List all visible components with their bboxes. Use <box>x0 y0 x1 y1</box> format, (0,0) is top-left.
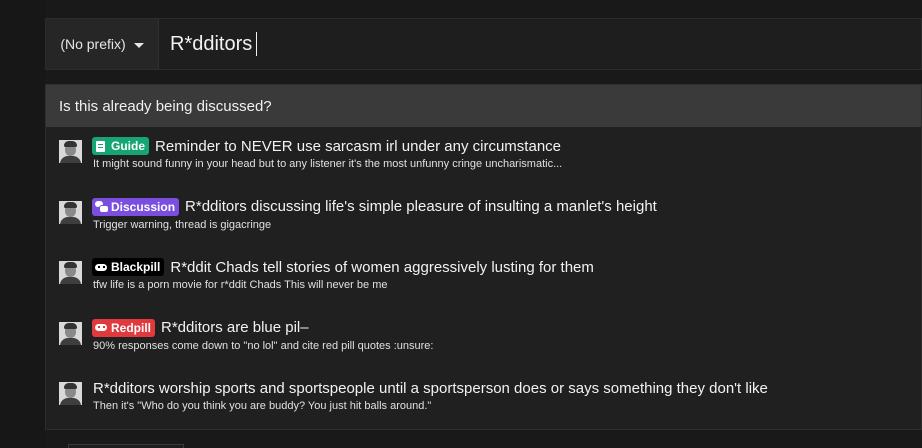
gamepad-icon <box>95 262 107 273</box>
thread-snippet: It might sound funny in your head but to… <box>93 158 563 170</box>
editor-toolbar-edge <box>68 444 184 448</box>
similar-threads-header: Is this already being discussed? <box>46 85 921 127</box>
prefix-badge-redpill[interactable]: Redpill <box>92 318 156 337</box>
thread-title[interactable]: R*dditors are blue pil– <box>161 319 309 336</box>
avatar[interactable] <box>59 321 82 345</box>
title-row: (No prefix) R*dditors <box>45 18 922 70</box>
avatar[interactable] <box>59 261 82 284</box>
thread-text: R*dditors worship sports and sportspeopl… <box>93 378 768 439</box>
thread-snippet: tfw life is a porn movie for r*ddit Chad… <box>93 279 388 291</box>
thread-item[interactable]: Redpill R*dditors are blue pil– 90% resp… <box>46 318 921 379</box>
chat-bubbles-icon <box>95 201 109 213</box>
thread-title-line: Guide Reminder to NEVER use sarcasm irl … <box>92 136 562 156</box>
thread-item[interactable]: Guide Reminder to NEVER use sarcasm irl … <box>46 136 921 197</box>
prefix-dropdown[interactable]: (No prefix) <box>46 19 159 69</box>
thread-text: Discussion R*dditors discussing life's s… <box>92 197 657 258</box>
thread-title-line: Blackpill R*ddit Chads tell stories of w… <box>92 257 594 277</box>
thread-text: Guide Reminder to NEVER use sarcasm irl … <box>92 136 563 197</box>
thread-title-input[interactable]: R*dditors <box>159 19 921 69</box>
thread-title-line: Redpill R*dditors are blue pil– <box>92 318 433 338</box>
prefix-dropdown-label: (No prefix) <box>60 36 126 52</box>
prefix-badge-blackpill[interactable]: Blackpill <box>92 258 165 276</box>
thread-title-value: R*dditors <box>170 32 253 55</box>
caret-down-icon <box>133 42 144 48</box>
similar-threads-panel: Is this already being discussed? Guide R… <box>45 84 922 430</box>
prefix-badge-label: Discussion <box>111 199 176 214</box>
similar-threads-list: Guide Reminder to NEVER use sarcasm irl … <box>46 127 921 439</box>
thread-title[interactable]: Reminder to NEVER use sarcasm irl under … <box>155 138 561 155</box>
prefix-badge-label: Guide <box>111 139 146 153</box>
new-thread-form: (No prefix) R*dditors Is this already be… <box>45 18 922 448</box>
text-cursor <box>256 32 258 56</box>
gamepad-icon <box>95 322 107 333</box>
thread-text: Blackpill R*ddit Chads tell stories of w… <box>92 257 594 318</box>
prefix-badge-guide[interactable]: Guide <box>92 137 150 155</box>
thread-title[interactable]: R*dditors discussing life's simple pleas… <box>185 198 657 215</box>
avatar[interactable] <box>59 200 82 224</box>
prefix-badge-discussion[interactable]: Discussion <box>92 197 180 216</box>
thread-title[interactable]: R*dditors worship sports and sportspeopl… <box>93 380 768 397</box>
thread-snippet: 90% responses come down to "no lol" and … <box>93 339 434 352</box>
prefix-badge-label: Redpill <box>111 320 152 335</box>
thread-text: Redpill R*dditors are blue pil– 90% resp… <box>92 318 434 379</box>
thread-title[interactable]: R*ddit Chads tell stories of women aggre… <box>170 259 594 276</box>
thread-snippet: Trigger warning, thread is gigacringe <box>93 218 272 231</box>
page: (No prefix) R*dditors Is this already be… <box>0 0 922 448</box>
left-gutter <box>0 0 45 448</box>
prefix-badge-label: Blackpill <box>111 260 161 274</box>
thread-item[interactable]: Blackpill R*ddit Chads tell stories of w… <box>46 257 921 318</box>
thread-title-line: R*dditors worship sports and sportspeopl… <box>93 378 768 398</box>
avatar[interactable] <box>59 382 82 405</box>
thread-snippet: Then it's "Who do you think you are budd… <box>93 400 432 412</box>
thread-title-line: Discussion R*dditors discussing life's s… <box>92 197 657 217</box>
thread-item[interactable]: R*dditors worship sports and sportspeopl… <box>46 378 921 439</box>
thread-item[interactable]: Discussion R*dditors discussing life's s… <box>46 197 921 258</box>
avatar[interactable] <box>59 140 82 163</box>
book-icon <box>95 140 107 152</box>
